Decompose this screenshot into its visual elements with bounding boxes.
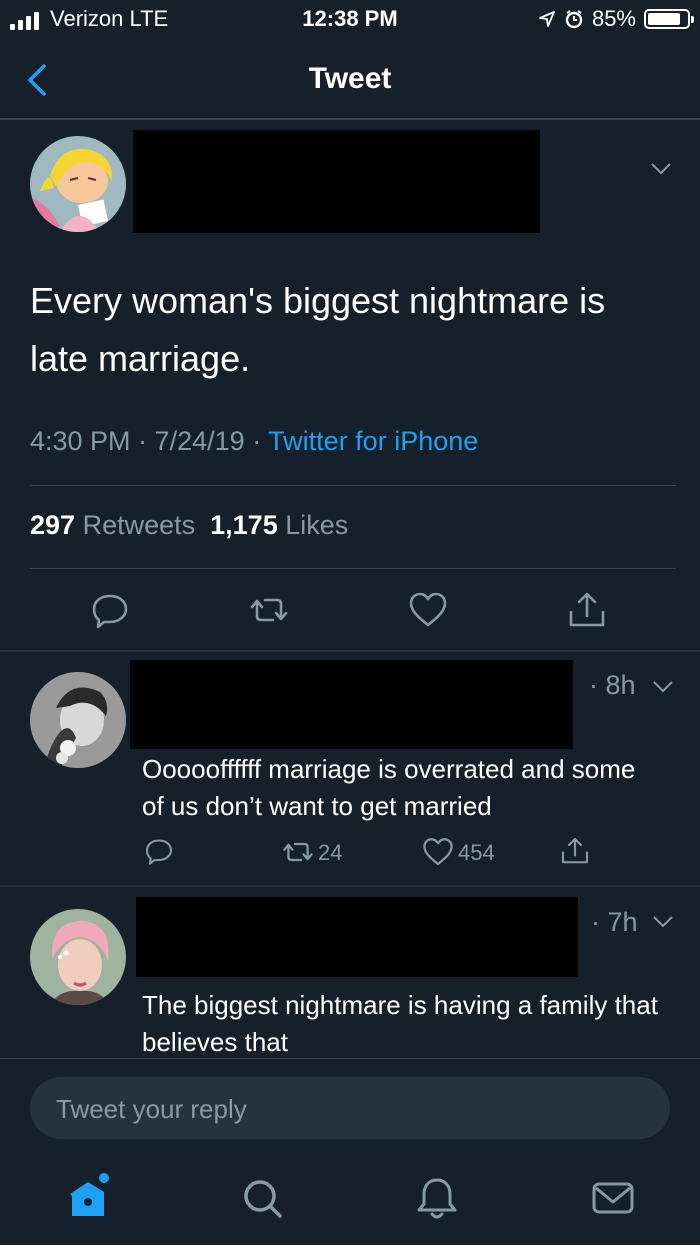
location-arrow-icon <box>539 11 555 27</box>
redacted-reply-author <box>136 897 578 977</box>
battery-icon <box>644 9 694 29</box>
reply-text: Oooooffffff marriage is overrated and so… <box>142 754 636 821</box>
compose-divider <box>0 1058 700 1059</box>
avatar-image <box>30 672 126 768</box>
retweet-icon[interactable] <box>249 590 289 630</box>
like-heart-icon[interactable] <box>408 590 448 630</box>
tweet-date: 7/24/19 <box>154 426 245 456</box>
avatar-image <box>30 909 126 1005</box>
like-label[interactable]: Likes <box>278 510 348 540</box>
reply-avatar[interactable] <box>30 672 126 768</box>
divider <box>30 485 676 486</box>
reply-text: The biggest nightmare is having a family… <box>142 990 658 1057</box>
reply-icon[interactable] <box>90 590 130 630</box>
status-right: 85% <box>538 6 694 32</box>
retweet-icon[interactable] <box>282 836 314 868</box>
reply-time: · 7h <box>591 907 638 937</box>
chevron-down-icon[interactable] <box>650 162 672 176</box>
tweet-source-link[interactable]: Twitter for iPhone <box>268 426 478 456</box>
search-icon[interactable] <box>238 1174 288 1224</box>
meta-separator: · <box>244 426 269 456</box>
chevron-down-icon[interactable] <box>652 915 674 929</box>
tab-bar <box>0 1160 700 1245</box>
battery-percent: 85% <box>591 6 636 31</box>
redacted-reply-author <box>130 660 573 749</box>
chevron-down-icon[interactable] <box>652 680 674 694</box>
divider <box>30 568 676 569</box>
reply-input[interactable] <box>54 1077 648 1141</box>
avatar-image <box>30 136 126 232</box>
reply-like-count: 454 <box>458 840 495 865</box>
notifications-bell-icon[interactable] <box>412 1174 462 1224</box>
nav-bar: Tweet <box>0 40 700 120</box>
tweet-meta: 4:30 PM · 7/24/19 · Twitter for iPhone <box>30 426 478 457</box>
retweet-count[interactable]: 297 <box>30 510 75 540</box>
redacted-author-name <box>133 130 540 233</box>
reply-compose-box[interactable] <box>30 1077 670 1141</box>
tweet-text: Every woman's biggest nightmare is late … <box>30 280 606 379</box>
author-avatar[interactable] <box>30 136 126 232</box>
reply-icon[interactable] <box>144 836 174 866</box>
reply-tweet[interactable]: · 8h Oooooffffff marriage is overrated a… <box>0 652 700 884</box>
alarm-icon <box>565 10 583 29</box>
home-icon[interactable] <box>64 1170 114 1220</box>
share-icon[interactable] <box>560 836 590 866</box>
status-bar: Verizon LTE 12:38 PM 85% <box>0 0 700 40</box>
reply-retweet-count: 24 <box>318 840 343 865</box>
page-title: Tweet <box>308 62 392 95</box>
share-icon[interactable] <box>567 590 607 630</box>
like-heart-icon[interactable] <box>422 836 454 868</box>
messages-envelope-icon[interactable] <box>588 1174 638 1224</box>
retweet-label[interactable]: Retweets <box>75 510 196 540</box>
meta-separator: · <box>130 426 155 456</box>
tweet-time: 4:30 PM <box>30 426 131 456</box>
reply-tweet[interactable]: · 7h The biggest nightmare is having a f… <box>0 887 700 1057</box>
like-count[interactable]: 1,175 <box>210 510 278 540</box>
tweet-stats: 297 Retweets 1,175 Likes <box>30 510 348 541</box>
reply-avatar[interactable] <box>30 909 126 1005</box>
reply-time: · 8h <box>589 670 636 700</box>
